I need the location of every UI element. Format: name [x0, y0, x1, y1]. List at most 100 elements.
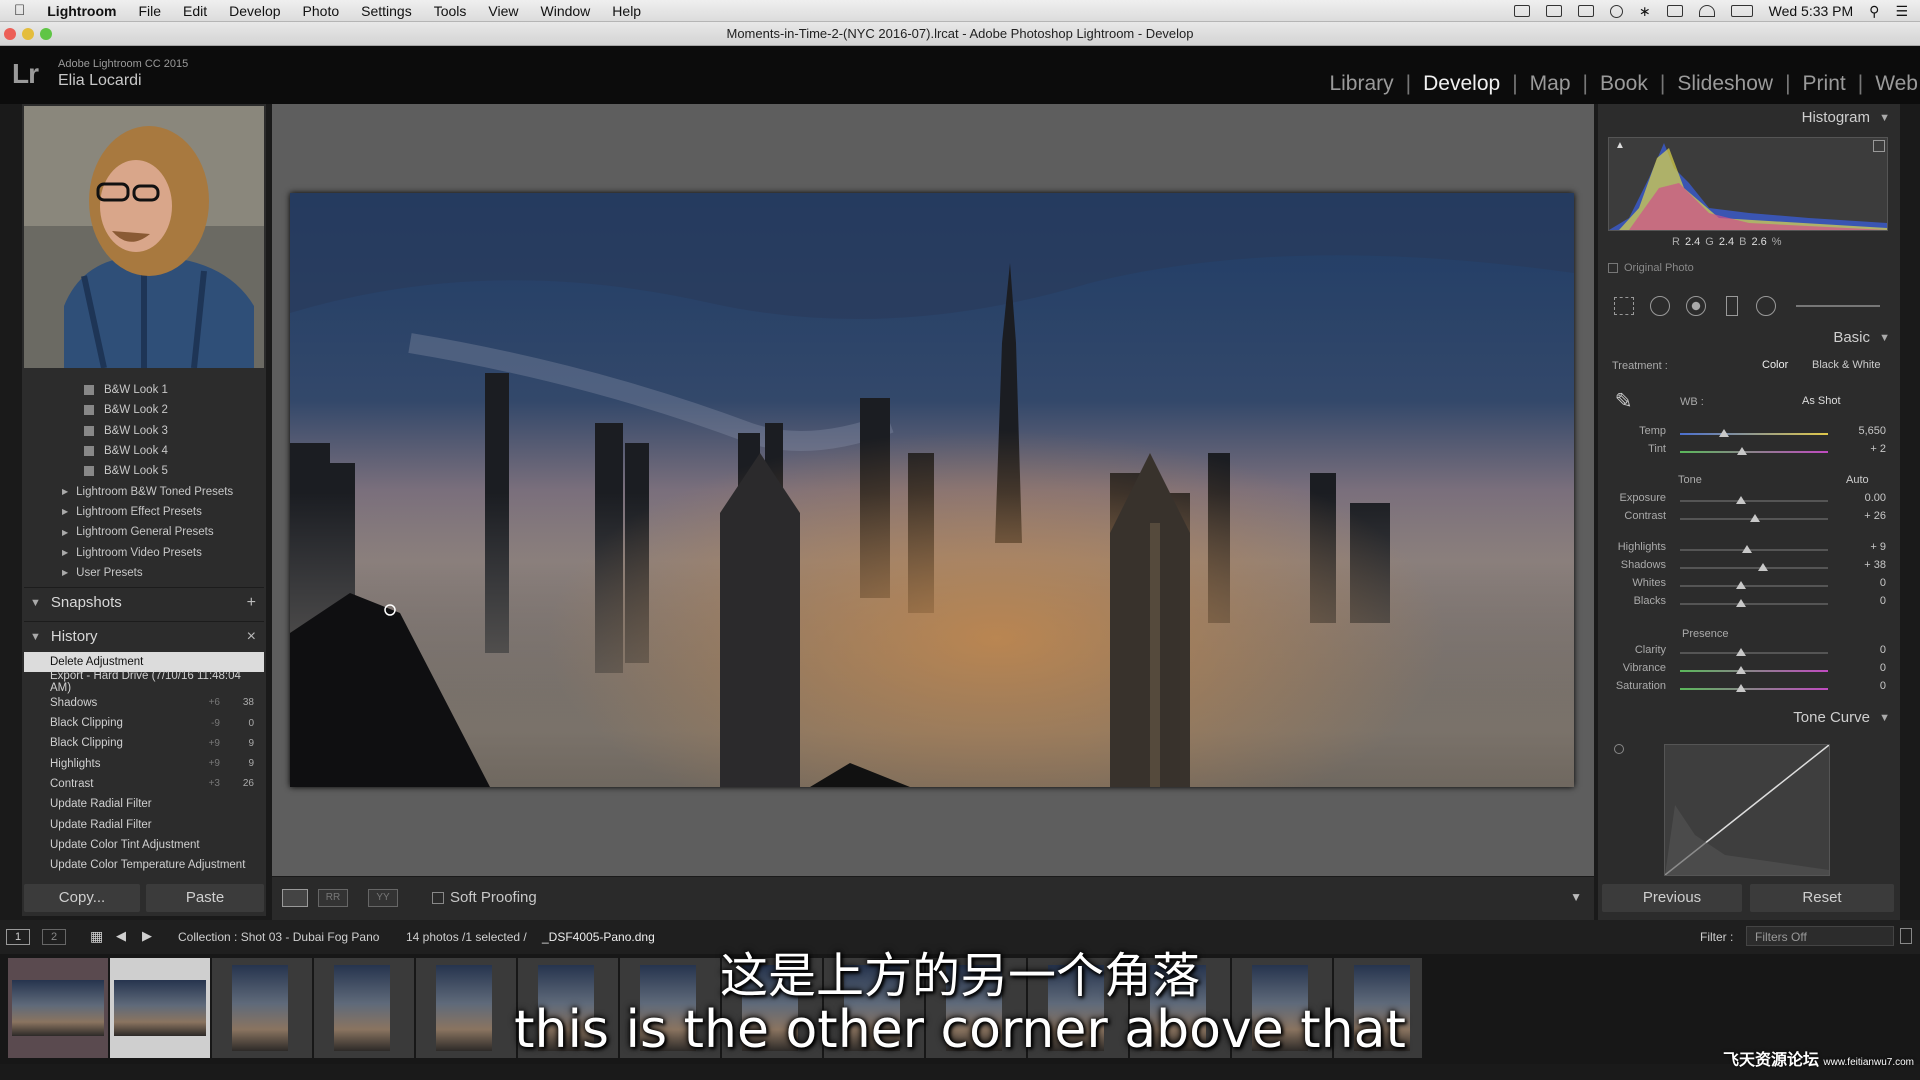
slider-vibrance[interactable]: Vibrance 0 [1600, 662, 1898, 680]
slider-whites[interactable]: Whites 0 [1600, 577, 1898, 595]
preset-folder[interactable]: ▶ Lightroom B&W Toned Presets [24, 481, 264, 501]
collapse-triangle-icon[interactable]: ▼ [1879, 104, 1890, 132]
slider-value[interactable]: + 38 [1864, 559, 1886, 571]
crop-tool-icon[interactable] [1614, 297, 1634, 315]
shadow-clipping-icon[interactable]: ▲ [1615, 140, 1625, 151]
graduated-filter-icon[interactable] [1726, 296, 1738, 316]
module-print[interactable]: Print [1791, 72, 1858, 96]
module-develop[interactable]: Develop [1411, 72, 1512, 96]
preset-folder[interactable]: ▶ Lightroom General Presets [24, 522, 264, 542]
module-slideshow[interactable]: Slideshow [1665, 72, 1785, 96]
slider-thumb[interactable] [1737, 447, 1748, 455]
module-book[interactable]: Book [1588, 72, 1660, 96]
disclosure-triangle-icon[interactable]: ▶ [62, 568, 68, 577]
slider-saturation[interactable]: Saturation 0 [1600, 680, 1898, 698]
collapse-triangle-icon[interactable]: ▼ [1879, 704, 1890, 732]
slider-value[interactable]: 0 [1880, 662, 1886, 674]
menu-help[interactable]: Help [612, 3, 641, 19]
menu-window[interactable]: Window [541, 3, 591, 19]
history-step[interactable]: Highlights +9 9 [24, 753, 264, 773]
preset-folder[interactable]: ▶ Lightroom Video Presets [24, 542, 264, 562]
menu-develop[interactable]: Develop [229, 3, 280, 19]
apple-menu-icon[interactable]:  [14, 2, 25, 19]
histogram-panel-header[interactable]: Histogram ▼ [1600, 104, 1898, 132]
slider-value[interactable]: 0 [1880, 595, 1886, 607]
battery-icon[interactable] [1730, 5, 1753, 17]
history-step[interactable]: Update Radial Filter [24, 794, 264, 814]
treatment-color-option[interactable]: Color [1762, 359, 1788, 371]
slider-thumb[interactable] [1735, 581, 1746, 589]
slider-track[interactable] [1680, 688, 1828, 690]
slider-value[interactable]: 0 [1880, 680, 1886, 692]
zoom-window-button[interactable] [40, 28, 52, 40]
adjustment-brush-slider[interactable] [1796, 305, 1880, 307]
history-panel-header[interactable]: ▼ History × [24, 621, 264, 651]
slider-tint[interactable]: Tint + 2 [1600, 443, 1898, 461]
slider-temp[interactable]: Temp 5,650 [1600, 425, 1898, 443]
slider-thumb[interactable] [1719, 429, 1730, 437]
slider-thumb[interactable] [1735, 684, 1746, 692]
slider-thumb[interactable] [1735, 666, 1746, 674]
slider-track[interactable] [1680, 451, 1828, 453]
slider-thumb[interactable] [1741, 545, 1752, 553]
wb-preset-dropdown[interactable]: As Shot [1802, 395, 1841, 407]
module-web[interactable]: Web [1863, 72, 1920, 96]
module-map[interactable]: Map [1518, 72, 1583, 96]
history-step[interactable]: Update Color Temperature Adjustment [24, 855, 264, 875]
slider-thumb[interactable] [1757, 563, 1768, 571]
red-eye-tool-icon[interactable] [1686, 296, 1706, 316]
slider-contrast[interactable]: Contrast + 26 [1600, 510, 1898, 528]
slider-track[interactable] [1680, 500, 1828, 502]
slider-track[interactable] [1680, 567, 1828, 569]
tone-curve-panel-header[interactable]: Tone Curve ▼ [1600, 704, 1898, 732]
targeted-adjustment-icon[interactable] [1614, 744, 1624, 754]
collapse-triangle-icon[interactable]: ▼ [1879, 324, 1890, 352]
reset-button[interactable]: Reset [1750, 884, 1894, 912]
slider-value[interactable]: 0 [1880, 644, 1886, 656]
bluetooth-icon[interactable]: ∗ [1639, 3, 1651, 20]
slider-track[interactable] [1680, 603, 1828, 605]
dubai-fog-panorama-photo[interactable] [290, 193, 1574, 787]
preset-item[interactable]: B&W Look 3 [24, 421, 264, 441]
radial-filter-icon[interactable] [1756, 296, 1776, 316]
menu-app-lightroom[interactable]: Lightroom [47, 3, 116, 19]
history-step[interactable]: Export - Hard Drive (7/10/16 11:48:04 AM… [24, 670, 264, 694]
close-window-button[interactable] [4, 28, 16, 40]
disclosure-triangle-icon[interactable]: ▶ [62, 528, 68, 537]
menu-view[interactable]: View [488, 3, 518, 19]
slider-exposure[interactable]: Exposure 0.00 [1600, 492, 1898, 510]
dropbox-icon[interactable] [1513, 5, 1530, 17]
highlight-clipping-icon[interactable] [1873, 140, 1885, 152]
wifi-icon[interactable] [1698, 5, 1715, 17]
histogram[interactable]: ▲ [1608, 137, 1888, 231]
before-after-tb-icon[interactable]: YY [368, 889, 398, 907]
notification-center-icon[interactable]: ☰ [1895, 3, 1908, 20]
slider-value[interactable]: 0.00 [1865, 492, 1886, 504]
history-step[interactable]: Black Clipping -9 0 [24, 713, 264, 733]
module-library[interactable]: Library [1317, 72, 1405, 96]
soft-proofing-checkbox[interactable] [432, 892, 444, 904]
loupe-view-icon[interactable] [282, 889, 308, 907]
toolbar-menu-chevron-icon[interactable]: ▼ [1570, 890, 1582, 904]
tone-curve-graph[interactable] [1664, 744, 1830, 876]
treatment-bw-option[interactable]: Black & White [1812, 359, 1880, 371]
previous-settings-button[interactable]: Previous [1602, 884, 1742, 912]
slider-blacks[interactable]: Blacks 0 [1600, 595, 1898, 613]
preset-folder[interactable]: ▶ User Presets [24, 563, 264, 583]
screen-icon[interactable] [1577, 5, 1594, 17]
slider-value[interactable]: 0 [1880, 577, 1886, 589]
history-step[interactable]: Update Radial Filter [24, 814, 264, 834]
preset-folder[interactable]: ▶ Lightroom Effect Presets [24, 502, 264, 522]
auto-tone-button[interactable]: Auto [1846, 474, 1869, 486]
preset-item[interactable]: B&W Look 1 [24, 380, 264, 400]
creative-cloud-icon[interactable] [1545, 5, 1562, 17]
history-step[interactable]: Delete Adjustment [24, 652, 264, 673]
preset-item[interactable]: B&W Look 5 [24, 461, 264, 481]
history-step[interactable]: Shadows +6 38 [24, 693, 264, 713]
slider-clarity[interactable]: Clarity 0 [1600, 644, 1898, 662]
slider-track[interactable] [1680, 670, 1828, 672]
slider-value[interactable]: + 26 [1864, 510, 1886, 522]
record-icon[interactable] [1609, 4, 1623, 18]
slider-thumb[interactable] [1750, 514, 1761, 522]
slider-shadows[interactable]: Shadows + 38 [1600, 559, 1898, 577]
